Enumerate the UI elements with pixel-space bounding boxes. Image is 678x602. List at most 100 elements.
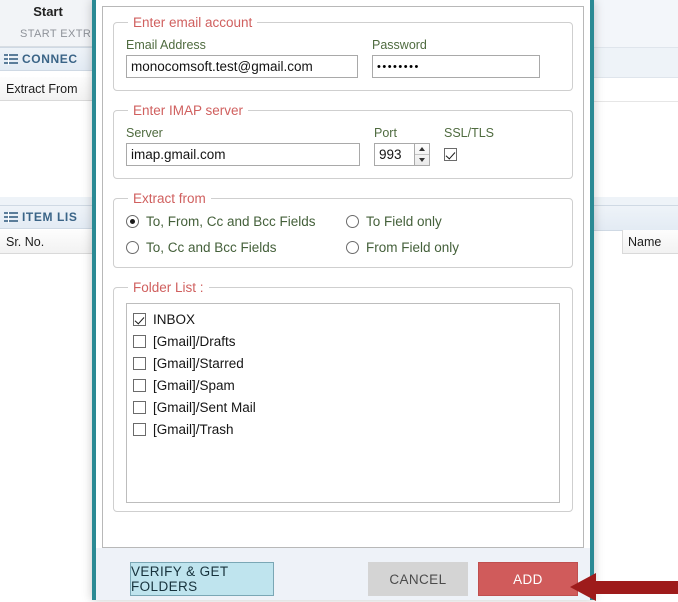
folder-list-item[interactable]: [Gmail]/Starred	[133, 352, 557, 374]
radio-option-to-from-cc-bcc[interactable]: To, From, Cc and Bcc Fields	[126, 214, 346, 229]
extract-from-group: Extract from To, From, Cc and Bcc Fields…	[113, 191, 573, 268]
radio-indicator[interactable]	[126, 215, 139, 228]
folder-label: [Gmail]/Starred	[153, 355, 244, 371]
folder-list-group: Folder List : INBOX [Gmail]/Drafts [Gmai…	[113, 280, 573, 512]
item-list-grid-body	[0, 254, 96, 600]
folder-label: INBOX	[153, 311, 196, 327]
cancel-button[interactable]: CANCEL	[367, 562, 468, 596]
folder-list-group-legend: Folder List :	[133, 280, 204, 295]
folder-label: [Gmail]/Trash	[153, 421, 234, 437]
password-field-wrapper: Password ••••••••	[372, 38, 540, 78]
radio-option-label: From Field only	[366, 240, 460, 255]
folder-label: [Gmail]/Spam	[153, 377, 235, 393]
extract-from-options: To, From, Cc and Bcc Fields To Field onl…	[126, 214, 560, 255]
port-increment-button[interactable]	[415, 144, 429, 155]
right-connect-header-band	[590, 48, 678, 78]
ribbon-tab-start[interactable]: Start	[0, 0, 96, 23]
email-address-input[interactable]: monocomsoft.test@gmail.com	[126, 55, 358, 78]
add-email-account-dialog: Enter email account Email Address monoco…	[92, 0, 594, 600]
password-value: ••••••••	[377, 60, 420, 73]
ribbon-group-start-extract: START EXTR	[0, 22, 96, 47]
column-header-name[interactable]: Name	[622, 230, 678, 254]
password-label: Password	[372, 38, 427, 52]
radio-option-from-field-only[interactable]: From Field only	[346, 240, 560, 255]
folder-checkbox[interactable]	[133, 422, 146, 436]
list-grid-icon	[4, 53, 18, 65]
connect-grid-body	[0, 101, 96, 197]
folder-label: [Gmail]/Sent Mail	[153, 399, 256, 415]
panel-header-connect: CONNEC	[0, 47, 96, 71]
radio-option-to-field-only[interactable]: To Field only	[346, 214, 560, 229]
port-field-wrapper: Port 993	[374, 126, 430, 166]
password-input[interactable]: ••••••••	[372, 55, 540, 78]
server-input[interactable]: imap.gmail.com	[126, 143, 360, 166]
port-spinner-buttons[interactable]	[414, 143, 430, 166]
port-decrement-button[interactable]	[415, 155, 429, 165]
email-address-label: Email Address	[126, 38, 206, 52]
folder-list-item[interactable]: [Gmail]/Sent Mail	[133, 396, 557, 418]
port-stepper[interactable]: 993	[374, 143, 430, 166]
folder-checkbox[interactable]	[133, 356, 146, 370]
cancel-button-label: CANCEL	[389, 571, 447, 587]
ssl-checkbox[interactable]	[444, 148, 457, 161]
server-field-wrapper: Server imap.gmail.com	[126, 126, 360, 166]
server-label: Server	[126, 126, 163, 140]
radio-indicator[interactable]	[346, 241, 359, 254]
right-panel-separator	[590, 197, 678, 205]
email-account-group-legend: Enter email account	[133, 15, 253, 30]
column-header-extract-from[interactable]: Extract From	[0, 77, 96, 101]
column-header-sr-no[interactable]: Sr. No.	[0, 230, 96, 254]
email-address-value: monocomsoft.test@gmail.com	[131, 59, 313, 74]
panel-header-item-list-label: ITEM LIS	[22, 210, 78, 224]
list-grid-icon	[4, 211, 18, 223]
email-address-field-wrapper: Email Address monocomsoft.test@gmail.com	[126, 38, 358, 78]
verify-button-label: VERIFY & GET FOLDERS	[131, 564, 229, 594]
panel-separator	[0, 197, 96, 205]
right-ribbon-band	[590, 0, 678, 48]
ssl-label: SSL/TLS	[444, 126, 495, 140]
radio-option-label: To, From, Cc and Bcc Fields	[146, 214, 316, 229]
add-button[interactable]: ADD	[477, 562, 579, 596]
radio-indicator[interactable]	[126, 241, 139, 254]
right-grid-body-band	[590, 102, 678, 197]
folder-checkbox[interactable]	[133, 334, 146, 348]
right-grid-header-band	[590, 78, 678, 102]
extract-from-group-legend: Extract from	[133, 191, 206, 206]
port-label: Port	[374, 126, 397, 140]
folder-label: [Gmail]/Drafts	[153, 333, 236, 349]
chevron-up-icon	[419, 147, 425, 151]
folder-list-item[interactable]: INBOX	[133, 308, 557, 330]
radio-option-label: To, Cc and Bcc Fields	[146, 240, 277, 255]
folder-list-item[interactable]: [Gmail]/Spam	[133, 374, 557, 396]
folder-checkbox[interactable]	[133, 378, 146, 392]
column-header-name-label: Name	[628, 234, 662, 249]
email-account-group: Enter email account Email Address monoco…	[113, 15, 573, 91]
folder-list-item[interactable]: [Gmail]/Trash	[133, 418, 557, 440]
column-header-extract-from-label: Extract From	[6, 81, 78, 96]
chevron-down-icon	[419, 158, 425, 162]
verify-and-get-folders-button[interactable]: VERIFY & GET FOLDERS	[130, 562, 274, 596]
radio-option-label: To Field only	[366, 214, 442, 229]
add-button-label: ADD	[513, 571, 543, 587]
panel-header-connect-label: CONNEC	[22, 52, 78, 66]
folder-checkbox[interactable]	[133, 400, 146, 414]
folder-list-box[interactable]: INBOX [Gmail]/Drafts [Gmail]/Starred [Gm…	[126, 303, 560, 503]
server-value: imap.gmail.com	[131, 147, 226, 162]
right-item-list-header-band	[590, 205, 678, 231]
imap-server-group: Enter IMAP server Server imap.gmail.com …	[113, 103, 573, 179]
folder-list-item[interactable]: [Gmail]/Drafts	[133, 330, 557, 352]
panel-header-item-list: ITEM LIS	[0, 205, 96, 229]
radio-indicator[interactable]	[346, 215, 359, 228]
port-input[interactable]: 993	[374, 143, 414, 166]
dialog-footer: VERIFY & GET FOLDERS CANCEL ADD	[96, 548, 590, 600]
column-header-sr-no-label: Sr. No.	[6, 234, 45, 249]
dialog-content: Enter email account Email Address monoco…	[96, 0, 590, 548]
right-item-list-body-band	[590, 254, 678, 600]
radio-option-to-cc-bcc[interactable]: To, Cc and Bcc Fields	[126, 240, 346, 255]
port-value: 993	[379, 147, 402, 162]
imap-server-group-legend: Enter IMAP server	[133, 103, 244, 118]
dialog-inner-frame: Enter email account Email Address monoco…	[102, 6, 584, 548]
folder-checkbox[interactable]	[133, 312, 146, 326]
ribbon-group-label: START EXTR	[20, 28, 92, 40]
ribbon-tab-start-label: Start	[33, 3, 63, 19]
